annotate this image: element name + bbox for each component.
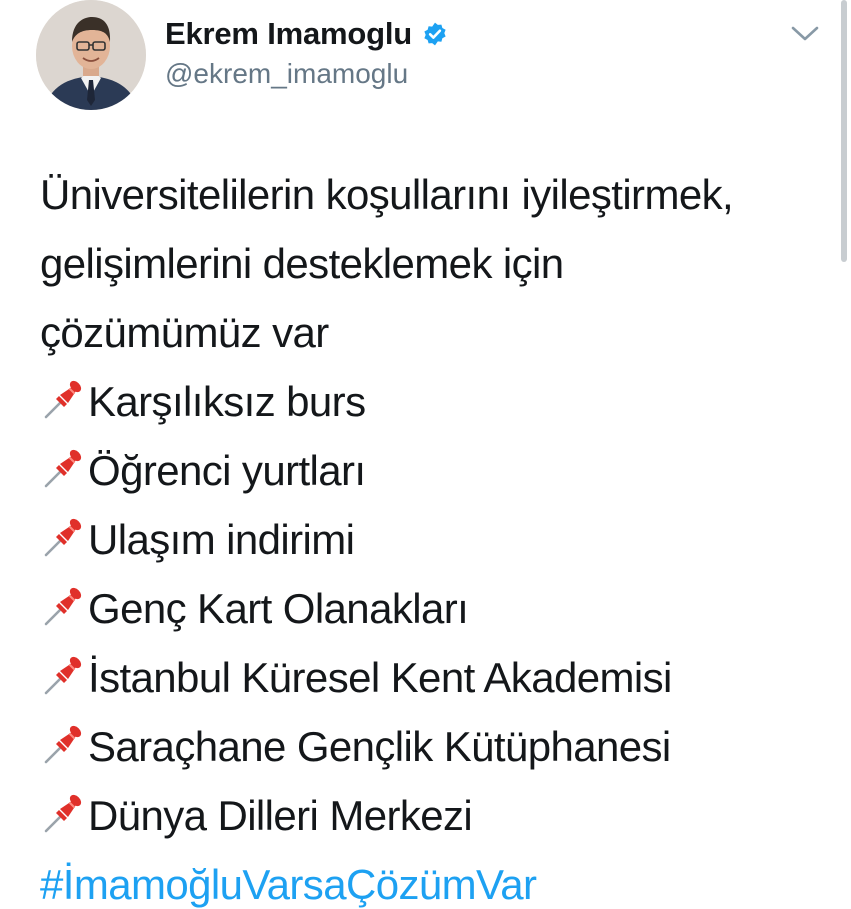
pushpin-icon [40,653,86,699]
pushpin-icon [40,377,86,423]
pushpin-icon [40,515,86,561]
profile-photo-icon [36,0,146,110]
list-item: Dünya Dilleri Merkezi [40,781,820,850]
verified-badge-icon [422,21,448,47]
list-item-label: Ulaşım indirimi [88,516,355,563]
author-name-row[interactable]: Ekrem Imamoglu [165,16,448,52]
list-item: Genç Kart Olanakları [40,574,820,643]
list-item-label: Genç Kart Olanakları [88,585,469,632]
list-item-label: Dünya Dilleri Merkezi [88,792,473,839]
list-item-label: Öğrenci yurtları [88,447,366,494]
display-name[interactable]: Ekrem Imamoglu [165,16,412,52]
tweet-card: Ekrem Imamoglu @ekrem_imamoglu Üniversit… [0,0,851,909]
list-item: Ulaşım indirimi [40,505,820,574]
pushpin-icon [40,584,86,630]
tweet-line: gelişimlerini desteklemek için [40,240,564,287]
list-item: Karşılıksız burs [40,367,820,436]
author-handle[interactable]: @ekrem_imamoglu [165,58,408,90]
chevron-down-icon[interactable] [790,24,820,44]
list-item: Öğrenci yurtları [40,436,820,505]
pushpin-icon [40,722,86,768]
list-item-label: İstanbul Küresel Kent Akademisi [88,654,672,701]
pushpin-icon [40,446,86,492]
tweet-text: Üniversitelilerin koşullarını iyileştirm… [40,160,820,909]
list-item: İstanbul Küresel Kent Akademisi [40,643,820,712]
pushpin-icon [40,791,86,837]
tweet-line: çözümümüz var [40,309,329,356]
list-item-label: Karşılıksız burs [88,378,366,425]
list-item-label: Saraçhane Gençlik Kütüphanesi [88,723,671,770]
avatar[interactable] [36,0,146,110]
tweet-line: Üniversitelilerin koşullarını iyileştirm… [40,171,734,218]
scrollbar[interactable] [841,0,847,262]
hashtag-link[interactable]: #İmamoğluVarsaÇözümVar [40,850,820,909]
list-item: Saraçhane Gençlik Kütüphanesi [40,712,820,781]
